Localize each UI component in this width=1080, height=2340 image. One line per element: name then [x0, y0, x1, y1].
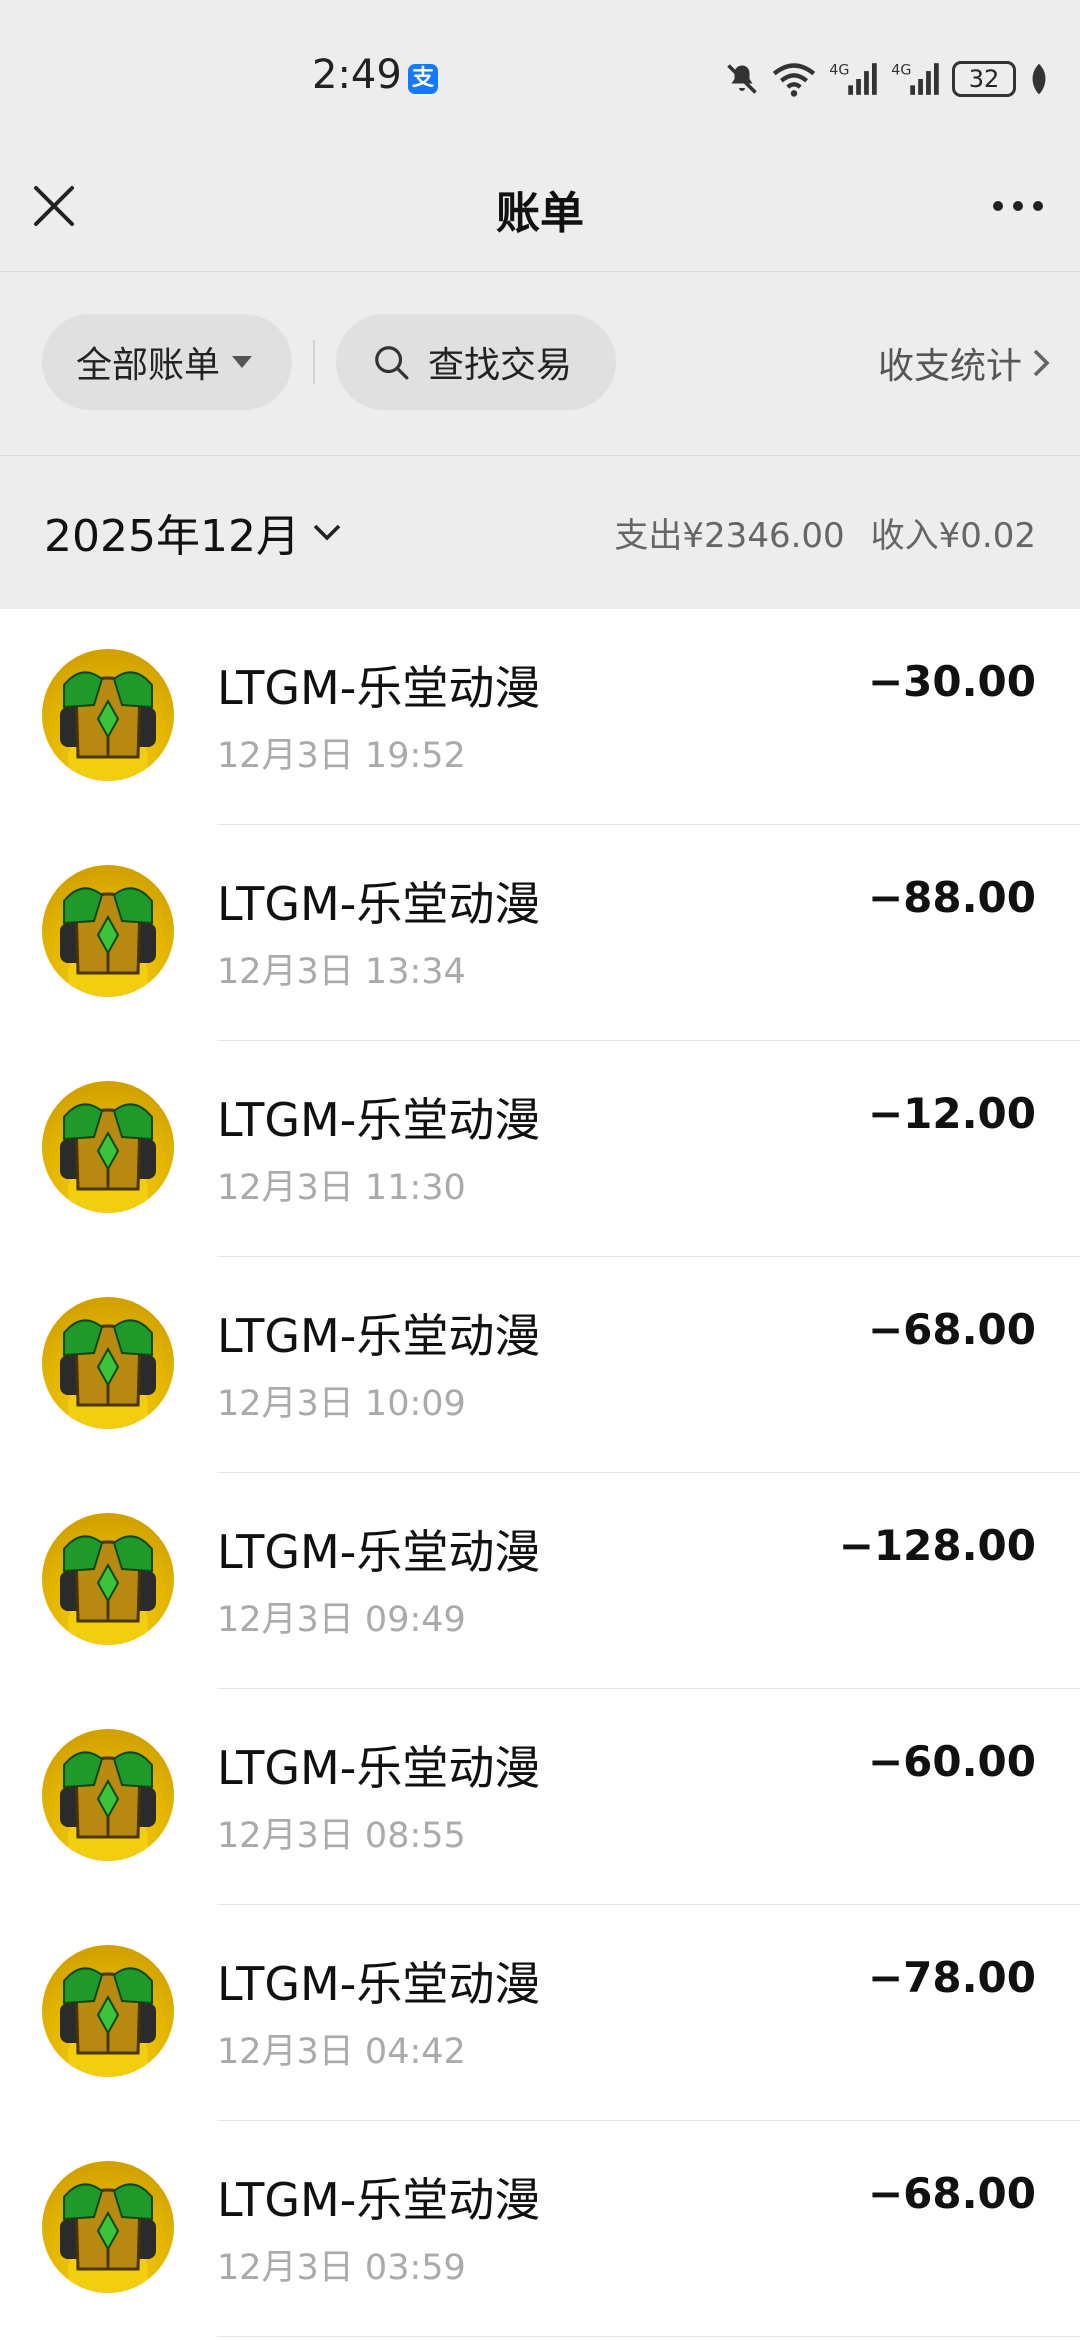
- merchant-avatar: [42, 1081, 174, 1213]
- mute-bell-icon: [727, 64, 757, 94]
- month-income: 收入¥0.02: [870, 516, 1036, 556]
- leaf-icon: [1032, 63, 1046, 95]
- stats-label: 收支统计: [877, 346, 1022, 387]
- net-type-label: 4G: [829, 62, 849, 78]
- transaction-time: 12月3日 08:55: [217, 1816, 466, 1856]
- armor-icon: [60, 887, 156, 997]
- armor-icon: [60, 1319, 156, 1429]
- month-header: 2025年12月 支出¥2346.00 收入¥0.02: [0, 456, 1080, 609]
- transaction-time: 12月3日 10:09: [217, 1384, 466, 1424]
- row-divider: [217, 2336, 1080, 2337]
- armor-icon: [60, 1751, 156, 1861]
- search-label: 查找交易: [428, 345, 573, 386]
- transaction-row[interactable]: LTGM-乐堂动漫 12月3日 10:09 −68.00: [0, 1257, 1080, 1473]
- transaction-amount: −128.00: [838, 1521, 1036, 1570]
- signal-4g-icon-2: 4G: [891, 62, 939, 95]
- merchant-name: LTGM-乐堂动漫: [217, 1309, 541, 1363]
- more-icon[interactable]: [990, 188, 1046, 224]
- page-title: 账单: [496, 188, 584, 239]
- transaction-time: 12月3日 19:52: [217, 736, 466, 776]
- month-label: 2025年12月: [44, 511, 300, 562]
- transaction-time: 12月3日 09:49: [217, 1600, 466, 1640]
- transaction-list: LTGM-乐堂动漫 12月3日 19:52 −30.00 LTGM-乐堂动漫 1…: [0, 609, 1080, 2337]
- battery-indicator: 32: [952, 61, 1016, 97]
- transaction-amount: −68.00: [867, 1305, 1036, 1354]
- status-time: 2:49: [312, 52, 402, 98]
- month-expense: 支出¥2346.00: [614, 516, 845, 556]
- transaction-amount: −60.00: [867, 1737, 1036, 1786]
- transaction-row[interactable]: LTGM-乐堂动漫 12月3日 19:52 −30.00: [0, 609, 1080, 825]
- wifi-icon: [772, 63, 816, 97]
- merchant-name: LTGM-乐堂动漫: [217, 2173, 541, 2227]
- net-type-label-2: 4G: [891, 62, 911, 78]
- search-transactions-button[interactable]: 查找交易: [336, 314, 616, 410]
- transaction-time: 12月3日 11:30: [217, 1168, 466, 1208]
- search-icon: [375, 346, 409, 380]
- all-bills-filter[interactable]: 全部账单: [42, 314, 292, 410]
- transaction-time: 12月3日 04:42: [217, 2032, 466, 2072]
- merchant-avatar: [42, 865, 174, 997]
- status-icons: 4G 4G 32: [724, 58, 1050, 100]
- month-summary: 支出¥2346.00 收入¥0.02: [614, 508, 1036, 557]
- transaction-amount: −78.00: [867, 1953, 1036, 2002]
- filter-bar: 全部账单 查找交易 收支统计: [0, 272, 1080, 456]
- chevron-down-icon: [313, 524, 341, 541]
- income-expense-stats-link[interactable]: 收支统计: [878, 337, 1050, 389]
- transaction-row[interactable]: LTGM-乐堂动漫 12月3日 04:42 −78.00: [0, 1905, 1080, 2121]
- merchant-avatar: [42, 2161, 174, 2293]
- merchant-name: LTGM-乐堂动漫: [217, 1957, 541, 2011]
- nav-bar: 账单: [0, 150, 1080, 272]
- merchant-avatar: [42, 1729, 174, 1861]
- chevron-right-icon: [1033, 349, 1050, 377]
- alipay-app-icon: 支: [408, 64, 438, 94]
- transaction-time: 12月3日 13:34: [217, 952, 466, 992]
- transaction-amount: −68.00: [867, 2169, 1036, 2218]
- armor-icon: [60, 2183, 156, 2293]
- status-bar: 2:49 支 4G 4G 32: [0, 0, 1080, 150]
- merchant-avatar: [42, 649, 174, 781]
- transaction-row[interactable]: LTGM-乐堂动漫 12月3日 11:30 −12.00: [0, 1041, 1080, 1257]
- transaction-amount: −30.00: [867, 657, 1036, 706]
- merchant-avatar: [42, 1945, 174, 2077]
- transaction-row[interactable]: LTGM-乐堂动漫 12月3日 09:49 −128.00: [0, 1473, 1080, 1689]
- merchant-avatar: [42, 1297, 174, 1429]
- all-bills-label: 全部账单: [76, 345, 221, 386]
- merchant-avatar: [42, 1513, 174, 1645]
- transaction-amount: −12.00: [867, 1089, 1036, 1138]
- caret-down-icon: [232, 356, 253, 368]
- filter-divider: [313, 340, 315, 384]
- armor-icon: [60, 1535, 156, 1645]
- merchant-name: LTGM-乐堂动漫: [217, 1093, 541, 1147]
- transaction-amount: −88.00: [867, 873, 1036, 922]
- merchant-name: LTGM-乐堂动漫: [217, 1525, 541, 1579]
- armor-icon: [60, 1967, 156, 2077]
- transaction-row[interactable]: LTGM-乐堂动漫 12月3日 13:34 −88.00: [0, 825, 1080, 1041]
- merchant-name: LTGM-乐堂动漫: [217, 1741, 541, 1795]
- transaction-row[interactable]: LTGM-乐堂动漫 12月3日 03:59 −68.00: [0, 2121, 1080, 2337]
- armor-icon: [60, 1103, 156, 1213]
- transaction-row[interactable]: LTGM-乐堂动漫 12月3日 08:55 −60.00: [0, 1689, 1080, 1905]
- signal-4g-icon: 4G: [829, 62, 877, 95]
- merchant-name: LTGM-乐堂动漫: [217, 661, 541, 715]
- month-selector[interactable]: 2025年12月: [44, 500, 342, 564]
- transaction-time: 12月3日 03:59: [217, 2248, 466, 2288]
- merchant-name: LTGM-乐堂动漫: [217, 877, 541, 931]
- armor-icon: [60, 671, 156, 781]
